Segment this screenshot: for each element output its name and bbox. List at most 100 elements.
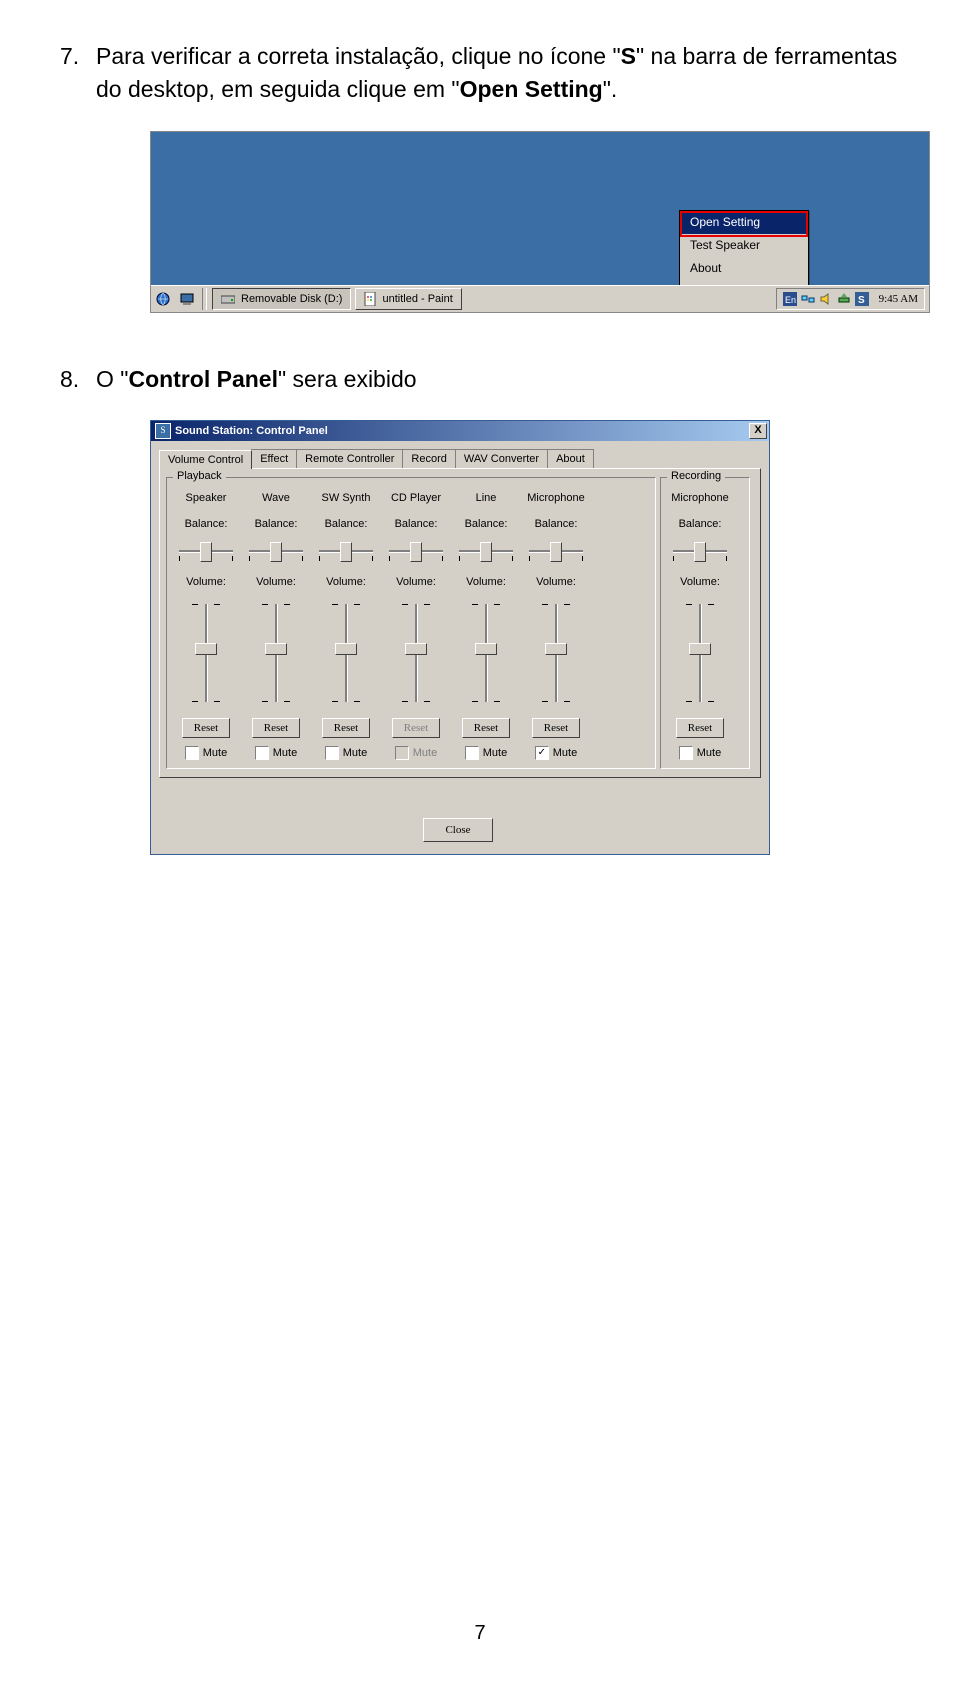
tab-about[interactable]: About bbox=[547, 449, 594, 468]
volume-slider[interactable] bbox=[536, 598, 576, 708]
step-8: 8. O "Control Panel" sera exibido bbox=[96, 363, 900, 396]
channel-microphone: MicrophoneBalance:Volume:ResetMute bbox=[665, 492, 735, 760]
volume-slider[interactable] bbox=[186, 598, 226, 708]
step-7-c: ". bbox=[603, 76, 618, 102]
step-7: 7. Para verificar a correta instalação, … bbox=[96, 40, 900, 107]
screenshot-tray-menu: Open Setting Test Speaker About Exit Rem… bbox=[150, 131, 930, 313]
balance-label: Balance: bbox=[171, 518, 241, 534]
volume-slider[interactable] bbox=[466, 598, 506, 708]
task-removable-disk[interactable]: Removable Disk (D:) bbox=[212, 288, 351, 310]
volume-slider[interactable] bbox=[680, 598, 720, 708]
volume-slider[interactable] bbox=[326, 598, 366, 708]
volume-label: Volume: bbox=[665, 576, 735, 592]
taskbar-separator bbox=[202, 288, 207, 310]
mute-row: Mute bbox=[171, 746, 241, 760]
mute-checkbox[interactable] bbox=[679, 746, 693, 760]
window-title: Sound Station: Control Panel bbox=[175, 425, 328, 437]
reset-button[interactable]: Reset bbox=[676, 718, 724, 738]
tray-s-icon[interactable]: S bbox=[855, 292, 869, 306]
desktop-icon[interactable] bbox=[179, 291, 195, 307]
step-7-a: Para verificar a correta instalação, cli… bbox=[96, 43, 621, 69]
group-playback: Playback SpeakerBalance:Volume:ResetMute… bbox=[166, 477, 656, 769]
channel-speaker: Speaker Balance: Volume: Reset Mute bbox=[171, 492, 241, 760]
mute-label: Mute bbox=[697, 747, 721, 759]
reset-button[interactable]: Reset bbox=[462, 718, 510, 738]
menu-about[interactable]: About bbox=[680, 257, 808, 280]
balance-slider[interactable] bbox=[249, 540, 303, 562]
reset-button: Reset bbox=[392, 718, 440, 738]
balance-slider[interactable] bbox=[529, 540, 583, 562]
close-icon[interactable]: X bbox=[749, 423, 767, 439]
menu-open-setting[interactable]: Open Setting bbox=[680, 211, 808, 234]
window-icon: S bbox=[155, 423, 171, 439]
group-recording: Recording MicrophoneBalance:Volume:Reset… bbox=[660, 477, 750, 769]
mute-row: Mute bbox=[665, 746, 735, 760]
mute-label: Mute bbox=[413, 747, 437, 759]
step-8-num: 8. bbox=[60, 363, 79, 396]
channel-label: CD Player bbox=[381, 492, 451, 508]
mute-row: Mute bbox=[451, 746, 521, 760]
svg-text:En: En bbox=[785, 295, 796, 305]
titlebar[interactable]: S Sound Station: Control Panel X bbox=[151, 421, 769, 441]
mute-checkbox[interactable] bbox=[465, 746, 479, 760]
svg-text:S: S bbox=[858, 295, 865, 306]
group-playback-title: Playback bbox=[173, 470, 226, 482]
tab-wav-converter[interactable]: WAV Converter bbox=[455, 449, 548, 468]
balance-slider[interactable] bbox=[459, 540, 513, 562]
mute-row: ✓Mute bbox=[521, 746, 591, 760]
mute-checkbox[interactable] bbox=[185, 746, 199, 760]
channel-microphone: MicrophoneBalance:Volume:Reset✓Mute bbox=[521, 492, 591, 760]
reset-button[interactable]: Reset bbox=[252, 718, 300, 738]
tab-strip: Volume Control Effect Remote Controller … bbox=[159, 449, 761, 468]
tab-record[interactable]: Record bbox=[402, 449, 455, 468]
volume-slider[interactable] bbox=[256, 598, 296, 708]
clock[interactable]: 9:45 AM bbox=[879, 293, 918, 305]
channel-line: LineBalance:Volume:ResetMute bbox=[451, 492, 521, 760]
step-8-cp: Control Panel bbox=[128, 366, 278, 392]
mute-label: Mute bbox=[203, 747, 227, 759]
tab-remote-controller[interactable]: Remote Controller bbox=[296, 449, 403, 468]
tray-vol-icon[interactable] bbox=[819, 292, 833, 306]
reset-button[interactable]: Reset bbox=[532, 718, 580, 738]
mute-checkbox[interactable]: ✓ bbox=[535, 746, 549, 760]
mute-label: Mute bbox=[343, 747, 367, 759]
step-8-b: " sera exibido bbox=[278, 366, 417, 392]
tray-lang-icon[interactable]: En bbox=[783, 292, 797, 306]
channel-sw-synth: SW SynthBalance:Volume:ResetMute bbox=[311, 492, 381, 760]
group-recording-title: Recording bbox=[667, 470, 725, 482]
channel-label: Line bbox=[451, 492, 521, 508]
task-paint[interactable]: untitled - Paint bbox=[355, 288, 461, 310]
balance-slider[interactable] bbox=[673, 540, 727, 562]
volume-label: Volume: bbox=[311, 576, 381, 592]
reset-button[interactable]: Reset bbox=[322, 718, 370, 738]
balance-label: Balance: bbox=[665, 518, 735, 534]
step-7-s: S bbox=[621, 43, 636, 69]
step-7-open: Open Setting bbox=[460, 76, 603, 102]
channel-label: Speaker bbox=[171, 492, 241, 508]
ie-icon[interactable] bbox=[155, 291, 171, 307]
menu-test-speaker[interactable]: Test Speaker bbox=[680, 234, 808, 257]
tab-effect[interactable]: Effect bbox=[251, 449, 297, 468]
balance-slider[interactable] bbox=[179, 540, 233, 562]
balance-slider[interactable] bbox=[319, 540, 373, 562]
channel-label: Wave bbox=[241, 492, 311, 508]
balance-label: Balance: bbox=[311, 518, 381, 534]
volume-label: Volume: bbox=[171, 576, 241, 592]
volume-label: Volume: bbox=[241, 576, 311, 592]
reset-button[interactable]: Reset bbox=[182, 718, 230, 738]
close-button[interactable]: Close bbox=[423, 818, 493, 842]
mute-label: Mute bbox=[483, 747, 507, 759]
channel-wave: WaveBalance:Volume:ResetMute bbox=[241, 492, 311, 760]
balance-label: Balance: bbox=[241, 518, 311, 534]
taskbar: Removable Disk (D:) untitled - Paint En … bbox=[151, 285, 929, 312]
channel-cd-player: CD PlayerBalance:Volume:ResetMute bbox=[381, 492, 451, 760]
mute-checkbox bbox=[395, 746, 409, 760]
tab-volume-control[interactable]: Volume Control bbox=[159, 450, 252, 469]
tray-remove-hw-icon[interactable] bbox=[837, 292, 851, 306]
task-removable-disk-label: Removable Disk (D:) bbox=[241, 293, 342, 305]
mute-checkbox[interactable] bbox=[255, 746, 269, 760]
mute-checkbox[interactable] bbox=[325, 746, 339, 760]
volume-label: Volume: bbox=[521, 576, 591, 592]
balance-label: Balance: bbox=[381, 518, 451, 534]
tray-net-icon[interactable] bbox=[801, 292, 815, 306]
